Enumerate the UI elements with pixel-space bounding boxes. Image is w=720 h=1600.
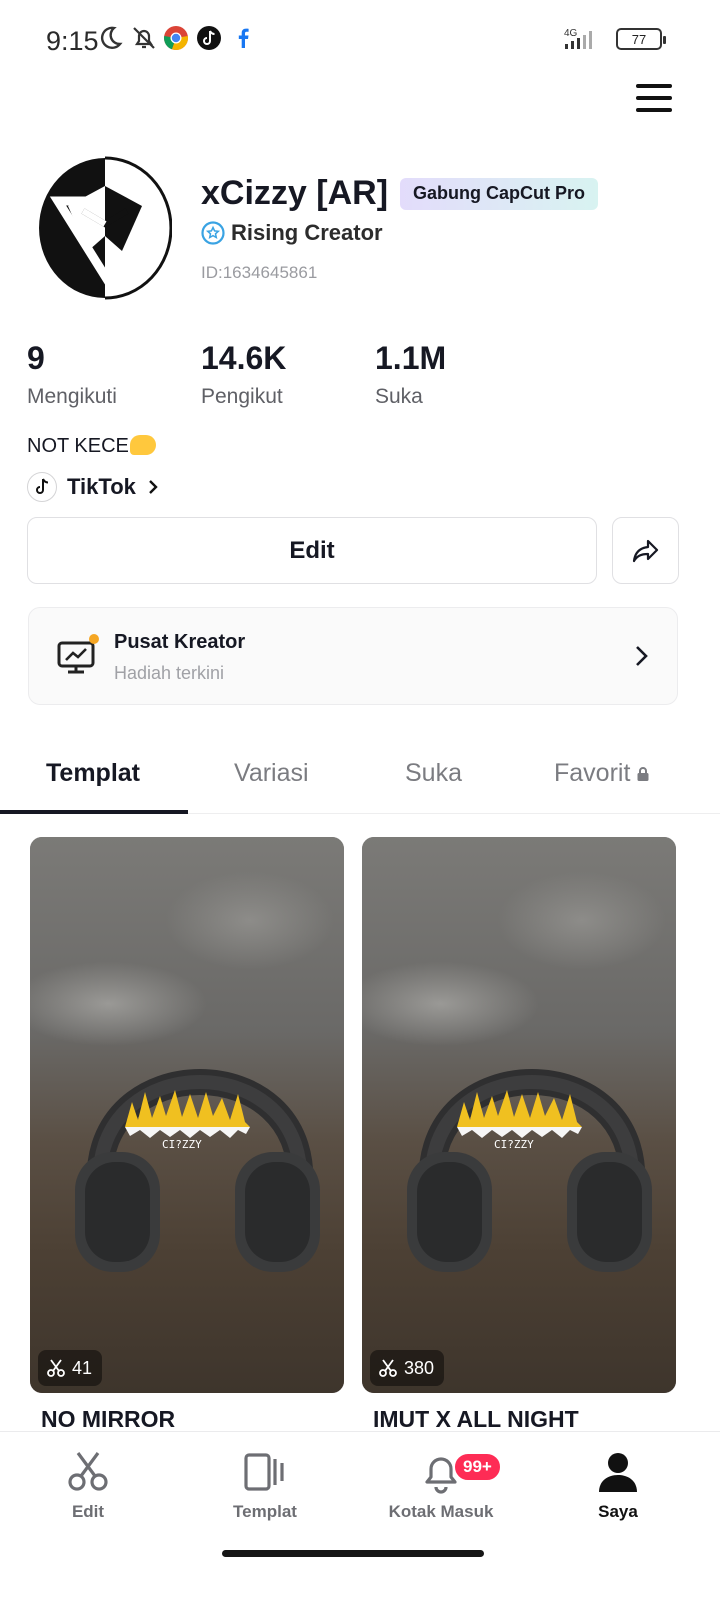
status-time: 9:15 <box>46 26 99 56</box>
avatar[interactable] <box>38 156 172 300</box>
stat-following[interactable]: 9 Mengikuti <box>27 340 117 409</box>
chevron-right-icon <box>149 480 158 494</box>
tab-favorit[interactable]: Favorit <box>554 759 650 788</box>
usage-count: 380 <box>404 1357 435 1378</box>
creator-center-card[interactable]: Pusat Kreator Hadiah terkini <box>28 607 678 705</box>
user-id[interactable]: ID:1634645861 <box>201 263 317 283</box>
star-badge-icon <box>201 221 225 245</box>
bottom-navigation: Edit Templat Kotak Masuk 99+ Saya <box>0 1431 720 1600</box>
signal-icon: 4G <box>564 28 592 49</box>
creator-center-title: Pusat Kreator <box>114 631 246 653</box>
person-icon <box>599 1453 637 1492</box>
stat-followers[interactable]: 14.6K Pengikut <box>201 340 286 409</box>
nav-profile[interactable]: Saya <box>558 1450 678 1522</box>
creator-center-icon <box>57 634 99 674</box>
stat-likes-label: Suka <box>375 385 423 408</box>
nav-templat-label: Templat <box>233 1502 297 1521</box>
stat-likes-value: 1.1M <box>375 340 447 376</box>
stat-followers-value: 14.6K <box>201 340 287 376</box>
pinching-hand-emoji-icon <box>129 435 156 455</box>
facebook-icon <box>238 28 249 48</box>
tab-favorit-label: Favorit <box>554 759 631 787</box>
nav-profile-label: Saya <box>598 1502 638 1521</box>
template-card[interactable]: CI?ZZY 41 <box>30 837 344 1393</box>
svg-text:CI?ZZY: CI?ZZY <box>494 1138 534 1151</box>
edit-profile-button[interactable]: Edit <box>27 517 597 584</box>
content-tabs: Templat Variasi Suka Favorit <box>0 738 720 814</box>
chevron-right-icon <box>636 646 648 666</box>
tab-suka[interactable]: Suka <box>405 759 462 788</box>
creator-center-subtitle: Hadiah terkini <box>114 663 225 683</box>
template-card[interactable]: CI?ZZY 380 <box>362 837 676 1393</box>
share-icon <box>632 539 658 562</box>
hamburger-menu-icon[interactable] <box>636 84 672 116</box>
lock-icon <box>637 767 649 782</box>
capcut-pro-badge[interactable]: Gabung CapCut Pro <box>400 177 599 210</box>
tiktok-link-icon <box>27 472 57 502</box>
scissors-icon <box>379 1359 397 1377</box>
tab-templat[interactable]: Templat <box>46 759 140 788</box>
chrome-icon <box>164 26 188 50</box>
template-icon <box>244 1453 284 1491</box>
nav-inbox-label: Kotak Masuk <box>388 1502 494 1521</box>
profile-name: xCizzy [AR] <box>201 174 389 212</box>
bio-text: NOT KECE <box>27 435 129 457</box>
home-indicator[interactable] <box>222 1550 484 1557</box>
bio: NOT KECE <box>27 435 156 458</box>
nav-templat[interactable]: Templat <box>205 1450 325 1522</box>
usage-count: 41 <box>72 1357 93 1378</box>
battery-icon: 77 <box>616 28 666 50</box>
tiktok-icon <box>197 26 221 50</box>
nav-inbox[interactable]: Kotak Masuk 99+ <box>381 1450 502 1522</box>
creator-level-label: Rising Creator <box>231 220 383 245</box>
scissors-icon <box>68 1452 108 1491</box>
stat-likes[interactable]: 1.1M Suka <box>375 340 446 409</box>
nav-edit-label: Edit <box>71 1502 105 1521</box>
tab-variasi[interactable]: Variasi <box>234 759 309 788</box>
tiktok-link[interactable]: TikTok <box>27 472 160 502</box>
stat-followers-label: Pengikut <box>201 385 283 408</box>
template-logo-art: CI?ZZY <box>125 1090 250 1151</box>
nav-edit[interactable]: Edit <box>28 1450 148 1522</box>
stat-following-label: Mengikuti <box>27 385 117 408</box>
moon-icon <box>100 26 123 49</box>
active-tab-indicator <box>0 810 188 814</box>
template-logo-art: CI?ZZY <box>457 1090 582 1151</box>
stat-following-value: 9 <box>27 340 45 376</box>
template-title[interactable]: IMUT X ALL NIGHT <box>373 1406 579 1433</box>
scissors-icon <box>47 1359 65 1377</box>
bell-off-icon <box>133 27 155 49</box>
tiktok-link-label: TikTok <box>67 474 136 499</box>
template-title[interactable]: NO MIRROR <box>41 1406 175 1433</box>
svg-text:4G: 4G <box>564 28 578 39</box>
usage-count-badge: 380 <box>370 1350 445 1386</box>
creator-level[interactable]: Rising Creator <box>201 220 383 246</box>
svg-text:CI?ZZY: CI?ZZY <box>162 1138 202 1151</box>
share-button[interactable] <box>612 517 679 584</box>
notification-badge: 99+ <box>453 1452 502 1482</box>
usage-count-badge: 41 <box>38 1350 103 1386</box>
status-bar: 9:15 4G 77 <box>0 0 720 80</box>
